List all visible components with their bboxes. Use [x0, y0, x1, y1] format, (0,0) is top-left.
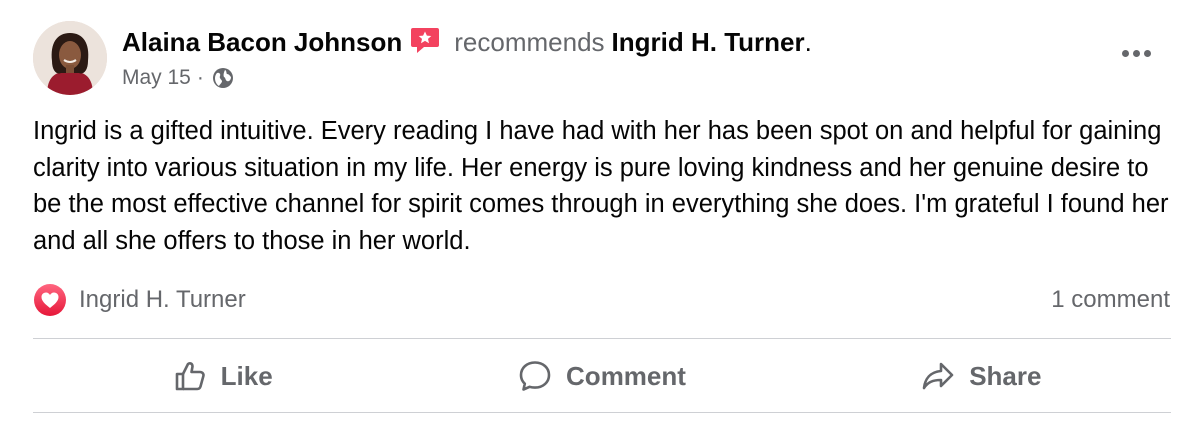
more-dot	[1121, 49, 1129, 57]
recommends-text: recommends	[454, 27, 605, 57]
author-name[interactable]: Alaina Bacon Johnson	[122, 26, 402, 58]
more-dot	[1143, 49, 1151, 57]
author-photo	[33, 21, 107, 95]
like-button[interactable]: Like	[33, 342, 412, 410]
divider	[33, 412, 1171, 413]
reactions-summary[interactable]: Ingrid H. Turner	[33, 283, 246, 317]
recommended-page-name[interactable]: Ingrid H. Turner	[612, 26, 805, 58]
post-card: Alaina Bacon Johnson recommends Ingrid H…	[0, 0, 1200, 425]
thumbs-up-icon	[175, 362, 205, 391]
comment-label: Comment	[566, 360, 686, 391]
love-reaction-icon	[33, 283, 67, 317]
globe-icon[interactable]	[212, 67, 234, 89]
author-avatar[interactable]	[33, 21, 107, 95]
comment-bubble-icon	[519, 361, 551, 391]
post-meta: May 15 ·	[122, 64, 234, 92]
share-arrow-icon	[922, 362, 954, 390]
meta-separator: ·	[196, 66, 204, 89]
share-label: Share	[969, 360, 1042, 391]
like-label: Like	[220, 360, 273, 391]
comment-button[interactable]: Comment	[412, 342, 791, 410]
action-bar: Like Comment Share	[33, 342, 1171, 410]
post-header: Alaina Bacon Johnson recommends Ingrid H…	[122, 26, 812, 58]
header-period: .	[804, 27, 812, 57]
comment-count[interactable]: 1 comment	[1051, 283, 1170, 317]
more-dot	[1132, 49, 1140, 57]
more-options-button[interactable]	[1116, 38, 1156, 68]
recommend-star-icon	[410, 26, 440, 54]
post-body-text: Ingrid is a gifted intuitive. Every read…	[33, 117, 1169, 255]
reaction-names[interactable]: Ingrid H. Turner	[79, 286, 246, 314]
post-date[interactable]: May 15	[122, 66, 191, 90]
divider	[33, 338, 1171, 339]
share-button[interactable]: Share	[792, 342, 1171, 410]
